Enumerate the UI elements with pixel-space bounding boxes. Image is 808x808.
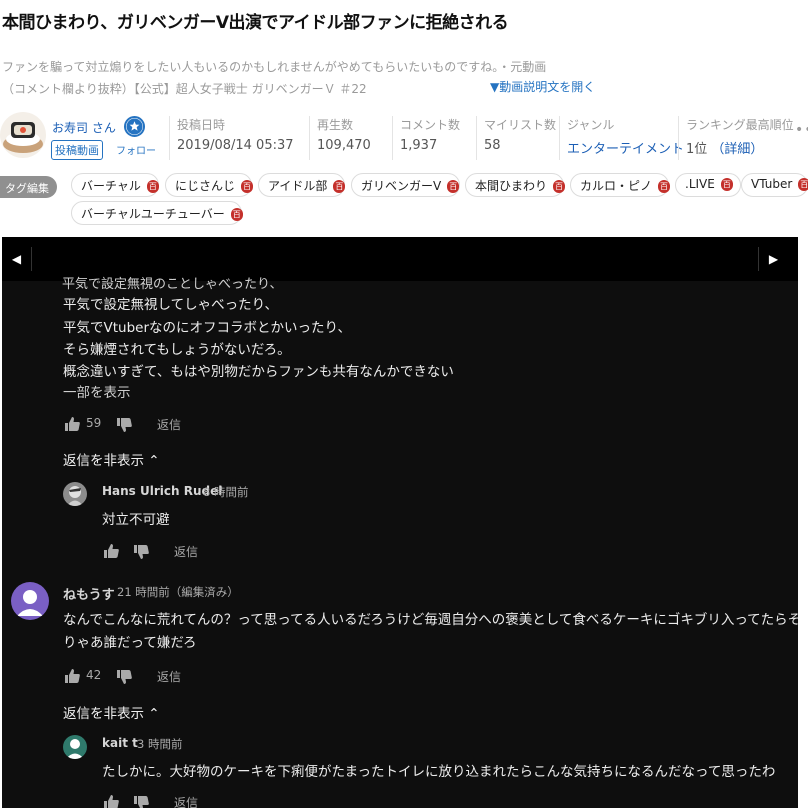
tag-item[interactable]: 本間ひまわり百	[465, 173, 566, 197]
owner-name[interactable]: お寿司 さん	[52, 119, 116, 136]
tag-item[interactable]: にじさんじ百	[165, 173, 254, 197]
comment-partial-line: 平気で設定無視のことしゃべったり、	[62, 277, 283, 292]
nav-next-icon[interactable]: ▶	[758, 247, 788, 271]
stat-ranking: ランキング最高順位 1位 （詳細）	[678, 116, 794, 160]
thumb-down-icon[interactable]	[133, 796, 149, 808]
dic-icon[interactable]: 百	[230, 208, 243, 221]
open-description-link[interactable]: ▼動画説明文を開く	[490, 78, 595, 95]
show-more-link[interactable]: 一部を表示	[63, 381, 131, 401]
stat-views-label: 再生数	[317, 118, 354, 132]
comment-time[interactable]: 21 時間前（編集済み）	[117, 584, 239, 600]
description-line-1: ファンを騙って対立煽りをしたい人もいるのかもしれませんがやめてもらいたいものです…	[2, 60, 547, 74]
hide-replies-button[interactable]: 返信を非表示 ⌃	[63, 449, 160, 469]
stat-posted: 投稿日時 2019/08/14 05:37	[169, 116, 294, 160]
ranking-detail-link[interactable]: （詳細）	[711, 142, 763, 157]
dic-icon[interactable]: 百	[798, 178, 808, 191]
stat-posted-value: 2019/08/14 05:37	[177, 138, 294, 153]
reply-button[interactable]: 返信	[174, 794, 198, 808]
video-title: 本間ひまわり、ガリベンガーV出演でアイドル部ファンに拒絶される	[2, 13, 509, 33]
hide-replies-button[interactable]: 返信を非表示 ⌃	[63, 702, 160, 722]
comment-text: 対立不可避	[102, 512, 170, 528]
genre-link[interactable]: エンターテイメント	[567, 138, 684, 157]
thumb-down-icon[interactable]	[116, 670, 132, 684]
description-line-2: （コメント欄より抜粋）【公式】超人女子戦士 ガリベンガーＶ ＃22	[2, 82, 367, 96]
tag-item[interactable]: アイドル部百	[258, 173, 346, 197]
video-description: ファンを騙って対立煽りをしたい人もいるのかもしれませんがやめてもらいたいものです…	[2, 56, 802, 100]
tag-label: .LIVE	[685, 177, 715, 191]
ranking-rank: 1位	[686, 142, 708, 157]
stat-views: 再生数 109,470	[309, 116, 371, 160]
thumb-down-icon[interactable]	[116, 418, 132, 432]
avatar[interactable]	[11, 582, 49, 620]
thumb-up-icon[interactable]	[103, 795, 119, 808]
dic-icon[interactable]: 百	[447, 180, 460, 193]
tag-label: バーチャルユーチューバー	[81, 207, 225, 221]
owner-avatar[interactable]	[0, 112, 46, 158]
star-follow-icon[interactable]	[124, 116, 145, 137]
owner-badge[interactable]: 投稿動画	[51, 140, 103, 160]
comment-author[interactable]: ねもうす	[63, 584, 115, 603]
stat-ranking-label: ランキング最高順位	[686, 118, 794, 132]
stat-comments-value: 1,937	[400, 138, 438, 153]
stat-mylist: マイリスト数 58	[476, 116, 556, 160]
avatar[interactable]	[63, 482, 87, 506]
tag-label: VTuber	[751, 177, 793, 191]
reply-button[interactable]: 返信	[157, 416, 181, 433]
tag-item[interactable]: バーチャルユーチューバー百	[71, 201, 243, 225]
stat-comments: コメント数 1,937	[392, 116, 460, 160]
tag-label: にじさんじ	[175, 179, 236, 193]
avatar[interactable]	[63, 735, 87, 759]
stat-genre: ジャンル エンターテイメント	[559, 116, 684, 160]
dic-icon[interactable]: 百	[241, 180, 254, 193]
thumb-up-icon[interactable]	[103, 544, 119, 558]
tag-edit-button[interactable]: タグ編集	[0, 176, 57, 198]
tag-label: ガリベンガーV	[361, 179, 442, 193]
dic-icon[interactable]: 百	[146, 180, 159, 193]
tag-item[interactable]: バーチャル百	[71, 173, 159, 197]
comment-text: たしかに。大好物のケーキを下痢便がたまったトイレに放り込まれたらこんな気持ちにな…	[102, 764, 776, 780]
stat-posted-label: 投稿日時	[177, 118, 226, 132]
comment-text-line: そら嫌煙されてもしょうがないだろ。	[63, 342, 291, 358]
comment-text-line: なんでこんなに荒れてんの？って思ってる人いるだろうけど毎週自分への褒美として食べ…	[63, 612, 802, 628]
dic-icon[interactable]: 百	[333, 180, 346, 193]
stat-comments-label: コメント数	[400, 118, 461, 132]
like-count: 59	[86, 416, 102, 430]
comment-text-line: りゃあ誰だって嫌だろ	[63, 635, 197, 651]
tag-label: アイドル部	[268, 179, 328, 193]
follow-button[interactable]: フォロー	[116, 142, 156, 157]
more-stats-button[interactable]: ••	[795, 122, 808, 138]
comment-time[interactable]: 3 時間前	[137, 736, 182, 752]
stat-views-value: 109,470	[317, 138, 371, 153]
tag-label: 本間ひまわり	[475, 179, 548, 193]
stat-ranking-value: 1位 （詳細）	[686, 138, 794, 157]
tag-label: カルロ・ピノ	[580, 179, 653, 193]
tag-item[interactable]: カルロ・ピノ百	[570, 173, 671, 197]
reply-button[interactable]: 返信	[174, 543, 198, 560]
nav-prev-icon[interactable]: ◀	[2, 247, 32, 271]
tag-label: バーチャル	[81, 179, 141, 193]
dic-icon[interactable]: 百	[553, 180, 566, 193]
reply-button[interactable]: 返信	[157, 668, 181, 685]
tag-item[interactable]: VTuber 百	[741, 173, 808, 197]
like-count: 42	[86, 668, 102, 682]
comment-text-line: 平気でVtuberなのにオフコラボとかいったり、	[63, 320, 351, 336]
comment-time[interactable]: 8 時間前	[203, 484, 248, 500]
thumb-down-icon[interactable]	[133, 545, 149, 559]
tag-item[interactable]: ガリベンガーV 百	[351, 173, 460, 197]
thumb-up-icon[interactable]	[64, 669, 80, 683]
dic-icon[interactable]: 百	[720, 178, 733, 191]
panel-right-edge	[798, 237, 806, 808]
dic-icon[interactable]: 百	[658, 180, 671, 193]
stat-mylist-value: 58	[484, 138, 501, 153]
stat-genre-label: ジャンル	[567, 118, 615, 132]
stat-mylist-label: マイリスト数	[484, 118, 557, 132]
comment-author[interactable]: kait t	[102, 736, 138, 750]
comment-text-line: 概念違いすぎて、もはや別物だからファンも共有なんかできない	[63, 364, 454, 380]
thumb-up-icon[interactable]	[64, 417, 80, 431]
tag-item[interactable]: .LIVE 百	[675, 173, 741, 197]
comment-panel: ◀ ▶ 平気で設定無視のことしゃべったり、 平気で設定無視してしゃべったり、 平…	[2, 237, 806, 808]
comment-text-line: 平気で設定無視してしゃべったり、	[63, 297, 279, 313]
